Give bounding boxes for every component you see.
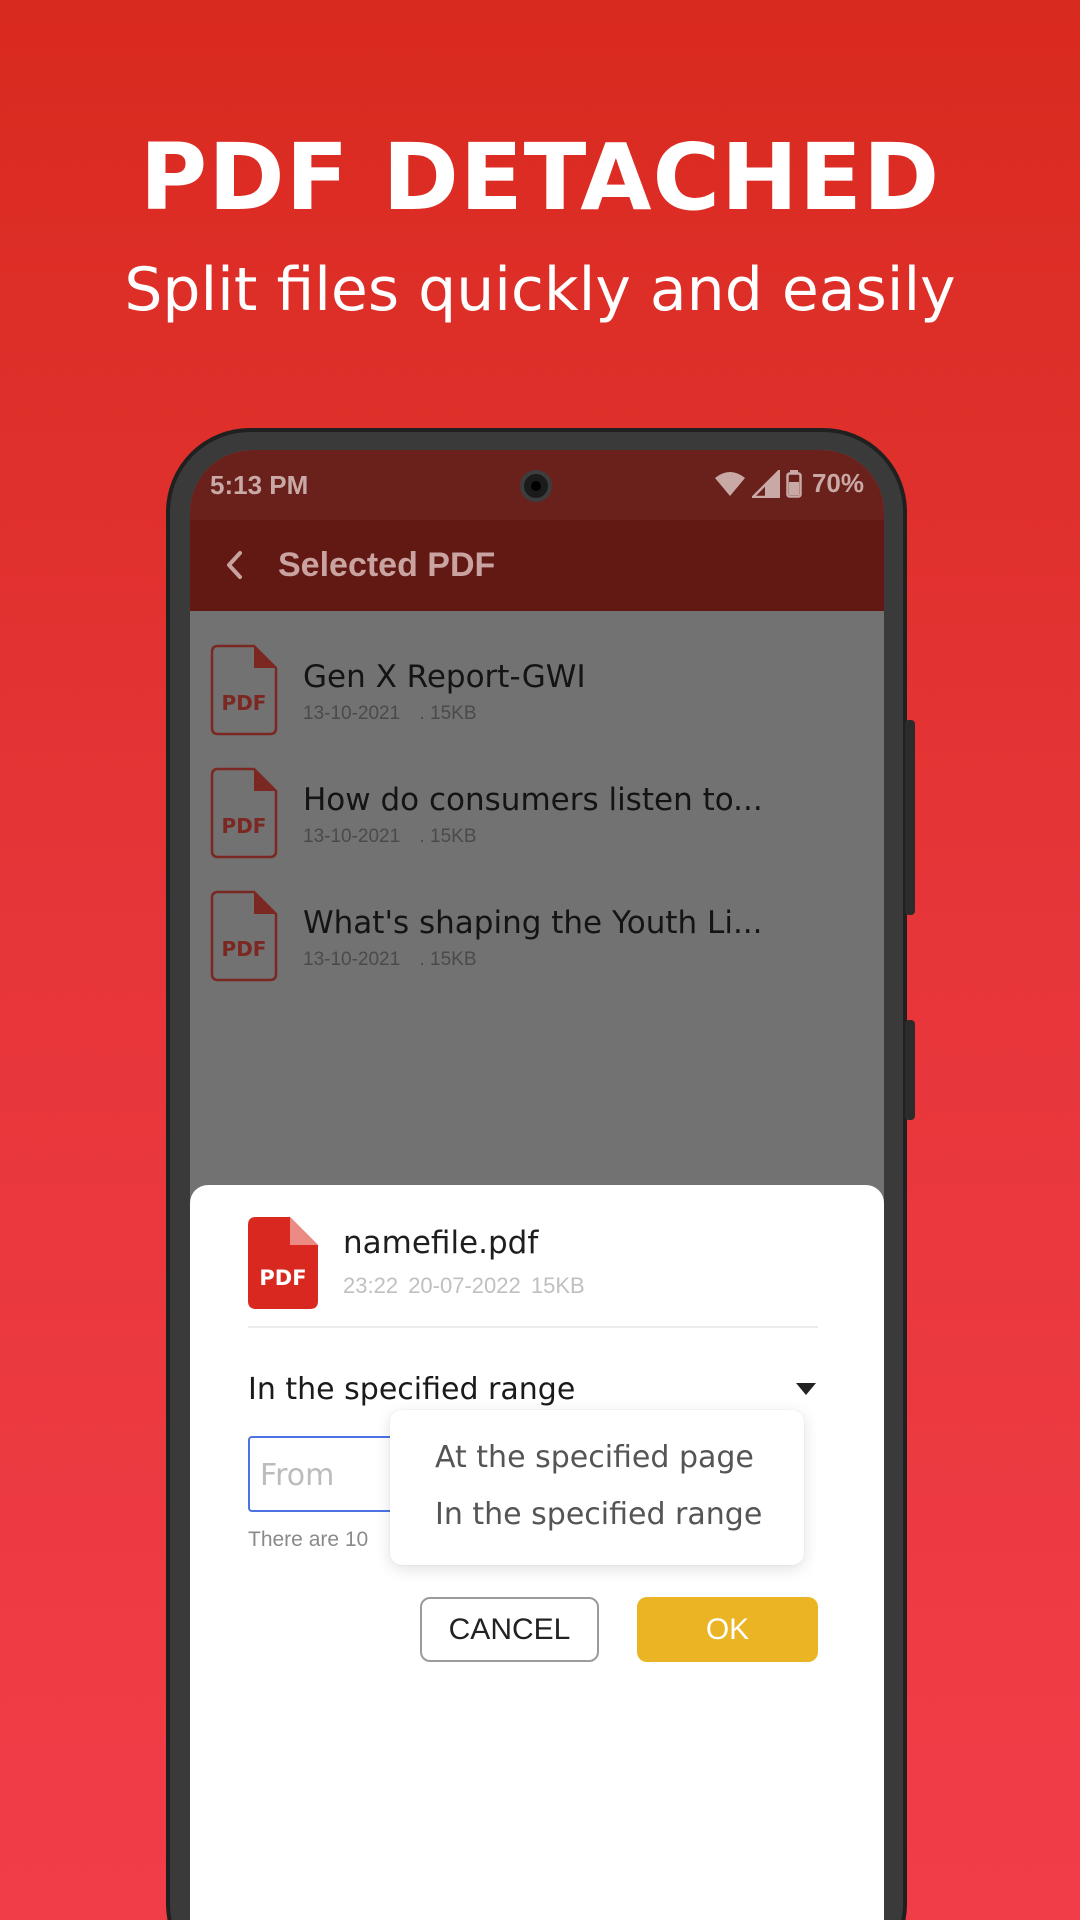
dropdown-option-specified-page[interactable]: At the specified page	[435, 1440, 754, 1475]
hero-title: PDF DETACHED	[139, 124, 941, 231]
file-size: 15KB	[430, 703, 477, 724]
app-bar: Selected PDF	[190, 520, 884, 611]
file-list: PDF Gen X Report-GWI 13-10-2021 . 15KB P…	[190, 611, 884, 982]
file-date: 13-10-2021	[303, 949, 401, 970]
file-name: Gen X Report-GWI	[303, 659, 586, 695]
pdf-file-icon: PDF	[248, 1217, 318, 1309]
file-meta: 13-10-2021 . 15KB	[303, 703, 477, 724]
sheet-file-time: 23:22	[343, 1273, 399, 1298]
wifi-icon	[714, 471, 746, 497]
sheet-file-name: namefile.pdf	[343, 1225, 539, 1261]
phone-side-button	[905, 720, 915, 915]
cancel-button[interactable]: CANCEL	[420, 1597, 599, 1662]
caret-down-icon	[794, 1380, 818, 1398]
file-size: 15KB	[430, 949, 477, 970]
sheet-file-date: 20-07-2022	[408, 1273, 521, 1298]
ok-button[interactable]: OK	[637, 1597, 818, 1662]
file-date: 13-10-2021	[303, 826, 401, 847]
page-title: Selected PDF	[278, 546, 496, 584]
pdf-icon-label: PDF	[222, 814, 267, 838]
pdf-file-icon: PDF	[210, 890, 278, 982]
file-meta: 13-10-2021 . 15KB	[303, 949, 477, 970]
split-mode-value: In the specified range	[248, 1372, 576, 1407]
phone-side-button	[905, 1020, 915, 1120]
list-item[interactable]: PDF Gen X Report-GWI 13-10-2021 . 15KB	[190, 611, 884, 736]
phone-screen: 5:13 PM 70% Selected PDF PDF Gen X Repor…	[190, 450, 884, 1920]
pdf-file-icon: PDF	[210, 767, 278, 859]
pdf-icon-label: PDF	[222, 691, 267, 715]
pdf-file-icon: PDF	[210, 644, 278, 736]
file-meta: 13-10-2021 . 15KB	[303, 826, 477, 847]
file-name: How do consumers listen to...	[303, 782, 763, 818]
pdf-icon-label: PDF	[259, 1266, 306, 1290]
signal-icon	[751, 469, 780, 498]
split-options-sheet: PDF namefile.pdf 23:22 20-07-2022 15KB I…	[190, 1185, 884, 1920]
status-bar: 5:13 PM 70%	[190, 450, 884, 520]
list-item[interactable]: PDF What's shaping the Youth Li... 13-10…	[190, 857, 884, 982]
split-mode-select[interactable]: In the specified range	[248, 1370, 818, 1414]
sheet-file-size: 15KB	[530, 1273, 585, 1298]
battery-icon	[786, 469, 802, 498]
front-camera	[520, 470, 552, 502]
file-size: 15KB	[430, 826, 477, 847]
dropdown-option-specified-range[interactable]: In the specified range	[435, 1497, 762, 1532]
file-date: 13-10-2021	[303, 703, 401, 724]
battery-percent: 70%	[811, 468, 864, 498]
page-count-hint: There are 10	[248, 1528, 369, 1551]
pdf-icon-label: PDF	[222, 937, 267, 961]
hero-subtitle: Split files quickly and easily	[124, 255, 956, 325]
list-item[interactable]: PDF How do consumers listen to... 13-10-…	[190, 734, 884, 859]
status-icons: 70%	[714, 468, 864, 499]
status-time: 5:13 PM	[210, 470, 309, 500]
divider	[248, 1326, 818, 1328]
sheet-file-meta: 23:22 20-07-2022 15KB	[343, 1273, 585, 1299]
chevron-left-icon[interactable]	[212, 542, 258, 588]
file-name: What's shaping the Youth Li...	[303, 905, 763, 941]
split-mode-dropdown: At the specified page In the specified r…	[390, 1410, 804, 1565]
